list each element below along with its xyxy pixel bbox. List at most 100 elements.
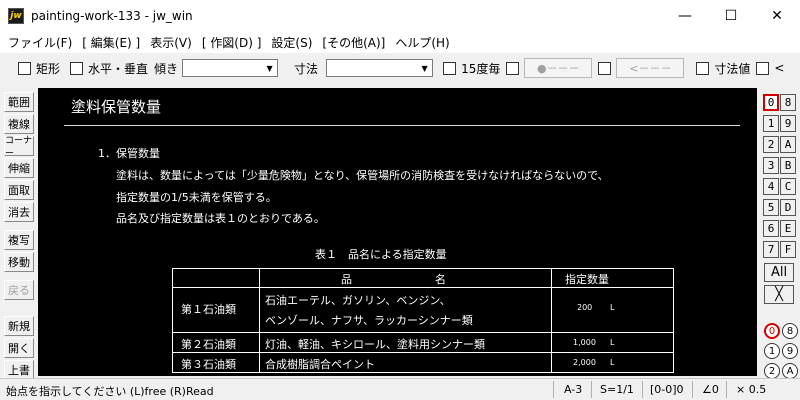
table-row-category: 第１石油類	[181, 303, 236, 316]
table-row-unit: L	[610, 338, 615, 347]
layer-button-e[interactable]: E	[780, 220, 796, 237]
rect-checkbox[interactable]	[18, 61, 31, 75]
dimval-checkbox[interactable]	[696, 61, 710, 75]
status-angle[interactable]: ∠0	[702, 383, 719, 396]
lt-label: <	[774, 61, 785, 75]
quantity-table: 品 名 指定数量 第１石油類 石油エーテル、ガソリン、ベンジン、 ベンゾール、ナ…	[172, 268, 674, 373]
tool-corner[interactable]: コーナー	[4, 136, 34, 159]
lt-checkbox[interactable]	[756, 61, 770, 75]
dim-combo[interactable]: ▼	[326, 59, 434, 77]
tool-erase[interactable]: 消去	[4, 202, 34, 222]
maximize-button[interactable]: ☐	[708, 0, 754, 31]
layer-button-3[interactable]: 3	[763, 157, 779, 174]
tool-undo[interactable]: 戻る	[4, 280, 34, 300]
chevron-down-icon[interactable]: ▼	[417, 60, 432, 76]
status-paper-size[interactable]: A-3	[564, 383, 582, 396]
minimize-button[interactable]: —	[662, 0, 708, 31]
tool-options-bar: 矩形 水平・垂直 傾き ▼ 寸法 ▼ 15度毎 ●－－－ <－－－ 寸法値 <	[0, 54, 800, 82]
left-toolbar: 範囲 複線 コーナー 伸縮 面取 消去 複写 移動 戻る 新規 開く 上書	[0, 88, 38, 380]
paragraph-line: 品名及び指定数量は表１のとおりである。	[116, 212, 325, 225]
layer-group-button-a[interactable]: A	[782, 363, 798, 379]
layer-group-button-8[interactable]: 8	[782, 323, 798, 339]
tool-save[interactable]: 上書	[4, 360, 34, 380]
deg15-label: 15度毎	[461, 61, 501, 76]
status-scale[interactable]: S=1/1	[600, 383, 634, 396]
layer-all-button[interactable]: All	[764, 263, 794, 282]
layer-button-9[interactable]: 9	[780, 115, 796, 132]
table-row-qty: 200	[577, 303, 593, 312]
rect-label: 矩形	[36, 61, 61, 76]
window-title: painting-work-133 - jw_win	[31, 8, 193, 23]
table-header-qty: 指定数量	[565, 273, 609, 286]
menu-other[interactable]: [その他(A)]	[318, 34, 389, 51]
table-row-name: ベンゾール、ナフサ、ラッカーシンナー類	[265, 314, 473, 327]
table-row-name: 合成樹脂調合ペイント	[265, 358, 375, 371]
title-divider	[64, 125, 740, 126]
layer-button-1[interactable]: 1	[763, 115, 779, 132]
hv-checkbox[interactable]	[70, 61, 84, 75]
menu-view[interactable]: 表示(V)	[146, 34, 196, 51]
layer-button-c[interactable]: C	[780, 178, 796, 195]
status-bar: 始点を指示してください (L)free (R)Read A-3 S=1/1 [0…	[0, 378, 800, 400]
layer-button-8[interactable]: 8	[780, 94, 796, 111]
layer-button-d[interactable]: D	[780, 199, 796, 216]
point-checkbox[interactable]	[506, 61, 520, 75]
layer-panel: 0 8 1 9 2 A 3 B 4 C 5 D 6 E 7 F All ╳ 0 …	[759, 88, 800, 379]
hv-label: 水平・垂直	[88, 61, 149, 76]
point-mode-button[interactable]: ●－－－	[524, 58, 593, 78]
table-row-name: 灯油、軽油、キシロール、塗料用シンナー類	[265, 338, 485, 351]
status-message: 始点を指示してください (L)free (R)Read	[6, 385, 214, 398]
dimval-label: 寸法値	[714, 61, 751, 76]
tool-range[interactable]: 範囲	[4, 92, 34, 112]
title-bar: jw painting-work-133 - jw_win — ☐ ✕	[0, 0, 800, 31]
layer-button-0[interactable]: 0	[763, 94, 779, 111]
chevron-down-icon[interactable]: ▼	[262, 60, 277, 76]
table-row-unit: L	[610, 358, 615, 367]
table-row-category: 第３石油類	[181, 358, 236, 371]
layer-button-5[interactable]: 5	[763, 199, 779, 216]
arrow-checkbox[interactable]	[598, 61, 612, 75]
deg15-checkbox[interactable]	[443, 61, 457, 75]
arrow-mode-button[interactable]: <－－－	[616, 58, 685, 78]
table-row-qty: 2,000	[573, 358, 596, 367]
status-factor[interactable]: × 0.5	[736, 383, 766, 396]
tilt-label: 傾き	[154, 61, 179, 76]
menu-edit[interactable]: [ 編集(E) ]	[78, 34, 144, 51]
layer-button-a[interactable]: A	[780, 136, 796, 153]
layer-button-f[interactable]: F	[780, 241, 796, 258]
menu-draw[interactable]: [ 作図(D) ]	[198, 34, 266, 51]
tool-move[interactable]: 移動	[4, 252, 34, 272]
layer-group-button-1[interactable]: 1	[764, 343, 780, 359]
menu-help[interactable]: ヘルプ(H)	[391, 34, 453, 51]
drawing-canvas[interactable]: 塗料保管数量 1．保管数量 塗料は、数量によっては「少量危険物」となり、保管場所…	[38, 88, 757, 376]
layer-button-6[interactable]: 6	[763, 220, 779, 237]
paragraph-line: 指定数量の1/5未満を保管する。	[116, 191, 277, 204]
table-row-category: 第２石油類	[181, 338, 236, 351]
status-layer[interactable]: [0-0]0	[650, 383, 684, 396]
layer-button-4[interactable]: 4	[763, 178, 779, 195]
menu-file[interactable]: ファイル(F)	[4, 34, 76, 51]
tilt-combo[interactable]: ▼	[182, 59, 279, 77]
table-row-qty: 1,000	[573, 338, 596, 347]
layer-group-button-9[interactable]: 9	[782, 343, 798, 359]
layer-clear-button[interactable]: ╳	[764, 285, 794, 304]
layer-group-button-2[interactable]: 2	[764, 363, 780, 379]
tool-chamfer[interactable]: 面取	[4, 180, 34, 200]
table-caption: 表１ 品名による指定数量	[315, 248, 447, 261]
layer-button-2[interactable]: 2	[763, 136, 779, 153]
layer-group-button-0[interactable]: 0	[764, 323, 780, 339]
app-icon: jw	[8, 7, 24, 24]
tool-copy[interactable]: 複写	[4, 230, 34, 250]
tool-new[interactable]: 新規	[4, 316, 34, 336]
table-header-name-2: 名	[435, 273, 446, 286]
table-header-name-1: 品	[341, 273, 352, 286]
doc-title: 塗料保管数量	[71, 98, 162, 116]
tool-open[interactable]: 開く	[4, 338, 34, 358]
layer-button-b[interactable]: B	[780, 157, 796, 174]
menu-settings[interactable]: 設定(S)	[267, 34, 316, 51]
paragraph-line: 塗料は、数量によっては「少量危険物」となり、保管場所の消防検査を受けなければなら…	[116, 169, 609, 182]
tool-stretch[interactable]: 伸縮	[4, 158, 34, 178]
layer-button-7[interactable]: 7	[763, 241, 779, 258]
tool-parallel[interactable]: 複線	[4, 114, 34, 134]
close-button[interactable]: ✕	[754, 0, 800, 31]
